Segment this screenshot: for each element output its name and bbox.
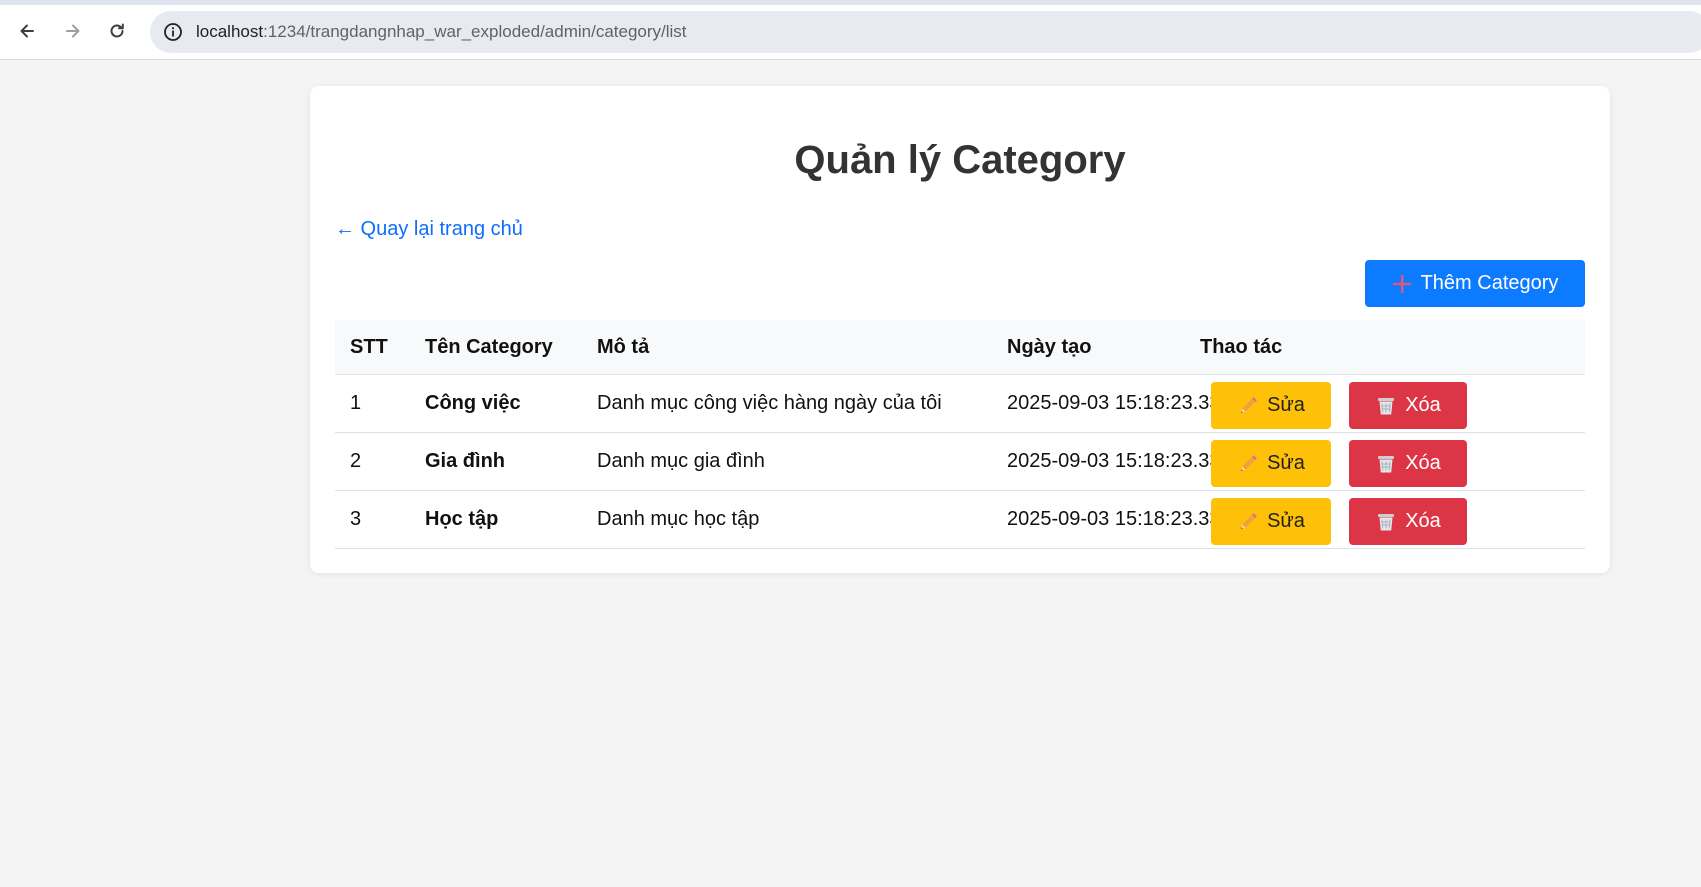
table-row: 3 Học tập Danh mục học tập 2025-09-03 15… — [335, 491, 1585, 549]
table-row: 2 Gia đình Danh mục gia đình 2025-09-03 … — [335, 433, 1585, 491]
forward-button[interactable] — [56, 14, 90, 48]
header-description: Mô tả — [597, 335, 650, 358]
delete-label: Xóa — [1405, 394, 1441, 416]
plus-icon — [1392, 274, 1412, 294]
cell-description: Danh mục công việc hàng ngày của tôi — [597, 392, 942, 414]
cell-name: Gia đình — [425, 450, 505, 472]
edit-label: Sửa — [1267, 452, 1305, 474]
reload-icon — [110, 23, 124, 38]
address-bar[interactable]: localhost:1234/trangdangnhap_war_explode… — [150, 11, 1701, 53]
reload-button[interactable] — [100, 14, 134, 48]
url-text[interactable]: localhost:1234/trangdangnhap_war_explode… — [196, 22, 687, 42]
edit-label: Sửa — [1267, 510, 1305, 532]
pencil-icon — [1237, 453, 1259, 475]
edit-label: Sửa — [1267, 394, 1305, 416]
cell-stt: 2 — [350, 450, 362, 472]
wastebasket-icon — [1375, 511, 1397, 533]
edit-button[interactable]: Sửa — [1211, 382, 1331, 429]
back-button[interactable] — [10, 14, 44, 48]
pencil-icon — [1237, 511, 1259, 533]
edit-button[interactable]: Sửa — [1211, 440, 1331, 487]
cell-stt: 1 — [350, 392, 362, 414]
browser-toolbar: localhost:1234/trangdangnhap_war_explode… — [0, 0, 1701, 60]
wastebasket-icon — [1375, 395, 1397, 417]
cell-name: Học tập — [425, 508, 499, 530]
header-created-date: Ngày tạo — [1007, 335, 1092, 358]
header-name: Tên Category — [425, 335, 553, 358]
add-category-button[interactable]: Thêm Category — [1365, 260, 1585, 307]
table-header-row: STT Tên Category Mô tả Ngày tạo Thao tác — [335, 320, 1585, 375]
url-host: localhost — [196, 22, 264, 41]
back-home-link[interactable]: ← Quay lại trang chủ — [335, 218, 523, 241]
delete-label: Xóa — [1405, 452, 1441, 474]
cell-created-date: 2025-09-03 15:18:23.33 — [1007, 392, 1221, 414]
arrow-right-icon — [66, 24, 80, 38]
wastebasket-icon — [1375, 453, 1397, 475]
tab-strip-edge — [0, 0, 1701, 5]
header-actions: Thao tác — [1200, 335, 1283, 358]
delete-button[interactable]: Xóa — [1349, 382, 1467, 429]
cell-stt: 3 — [350, 508, 362, 530]
url-path: :1234/trangdangnhap_war_exploded/admin/c… — [263, 22, 687, 41]
delete-button[interactable]: Xóa — [1349, 498, 1467, 545]
cell-description: Danh mục gia đình — [597, 450, 765, 472]
add-category-label: Thêm Category — [1420, 272, 1559, 294]
cell-created-date: 2025-09-03 15:18:23.33 — [1007, 508, 1221, 530]
cell-created-date: 2025-09-03 15:18:23.33 — [1007, 450, 1221, 472]
page-title: Quản lý Category — [794, 138, 1126, 182]
table-row: 1 Công việc Danh mục công việc hàng ngày… — [335, 375, 1585, 433]
edit-button[interactable]: Sửa — [1211, 498, 1331, 545]
cell-name: Công việc — [425, 392, 521, 414]
cell-description: Danh mục học tập — [597, 508, 760, 530]
arrow-left-icon — [20, 24, 34, 38]
delete-label: Xóa — [1405, 510, 1441, 532]
pencil-icon — [1237, 395, 1259, 417]
category-table: STT Tên Category Mô tả Ngày tạo Thao tác… — [335, 320, 1585, 549]
info-icon[interactable] — [162, 21, 184, 43]
delete-button[interactable]: Xóa — [1349, 440, 1467, 487]
category-card: Quản lý Category ← Quay lại trang chủ Th… — [310, 86, 1610, 573]
header-stt: STT — [350, 335, 388, 358]
